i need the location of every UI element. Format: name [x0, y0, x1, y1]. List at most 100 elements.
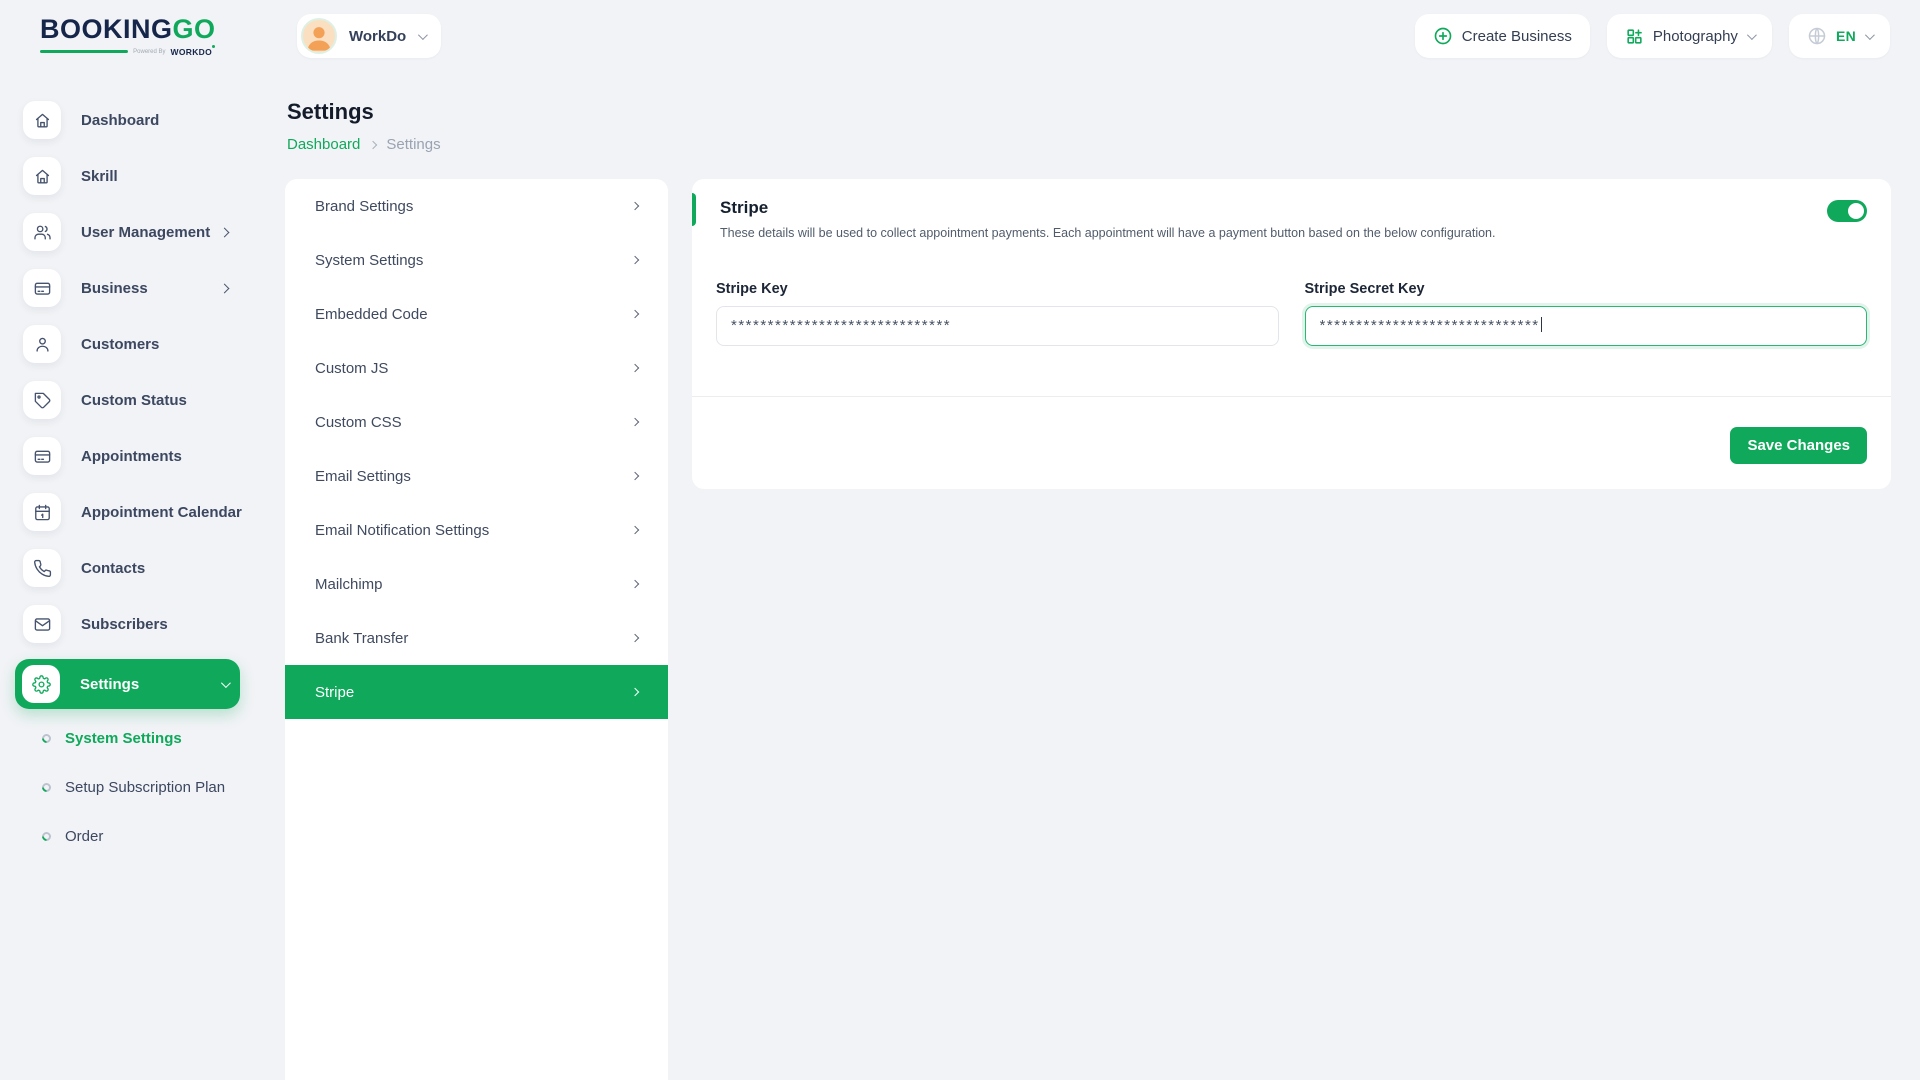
sidebar-item-label: Dashboard: [81, 112, 159, 129]
sidebar-item-label: Customers: [81, 336, 159, 353]
settings-menu-item-bank-transfer[interactable]: Bank Transfer: [285, 611, 668, 665]
sidebar-item-label: User Management: [81, 224, 210, 241]
home-icon: [23, 157, 61, 195]
sidebar-item-settings[interactable]: Settings: [15, 659, 240, 709]
settings-menu-item-stripe[interactable]: Stripe: [285, 665, 668, 719]
settings-menu-item-mailchimp[interactable]: Mailchimp: [285, 557, 668, 611]
settings-menu-item-embedded-code[interactable]: Embedded Code: [285, 287, 668, 341]
workspace-name: WorkDo: [349, 28, 406, 45]
powered-by-label: Powered By: [133, 49, 165, 55]
sidebar-item-label: Custom Status: [81, 392, 187, 409]
create-business-button[interactable]: Create Business: [1415, 14, 1590, 58]
workspace-avatar: [301, 18, 337, 54]
tag-icon: [23, 381, 61, 419]
settings-menu-item-system-settings[interactable]: System Settings: [285, 233, 668, 287]
sidebar-sub-nav: System Settings Setup Subscription Plan Or…: [15, 723, 285, 851]
chevron-right-icon: [220, 227, 230, 237]
users-icon: [23, 213, 61, 251]
sidebar-item-appointment-calendar[interactable]: Appointment Calendar: [15, 491, 240, 533]
chevron-down-icon: [418, 30, 428, 40]
settings-menu-item-email-settings[interactable]: Email Settings: [285, 449, 668, 503]
breadcrumb: Dashboard Settings: [287, 134, 1891, 155]
sidebar-nav: Dashboard Skrill User Management Business Cu…: [15, 99, 285, 709]
chevron-right-icon: [369, 140, 377, 148]
sidebar-subitem-order[interactable]: Order: [42, 821, 285, 851]
stripe-secret-key-label: Stripe Secret Key: [1305, 281, 1868, 297]
sidebar-subitem-setup-subscription-plan[interactable]: Setup Subscription Plan: [42, 772, 285, 802]
sidebar-item-business[interactable]: Business: [15, 267, 240, 309]
chevron-right-icon: [631, 310, 639, 318]
chevron-right-icon: [631, 418, 639, 426]
stripe-key-label: Stripe Key: [716, 281, 1279, 297]
settings-menu-item-brand-settings[interactable]: Brand Settings: [285, 179, 668, 233]
chevron-down-icon: [1865, 30, 1875, 40]
chevron-right-icon: [631, 580, 639, 588]
business-type-label: Photography: [1653, 28, 1738, 45]
topbar: BOOKINGGO Powered By WORKDO WorkDo Creat…: [0, 0, 1920, 72]
sidebar-item-label: Skrill: [81, 168, 118, 185]
chevron-right-icon: [631, 472, 639, 480]
sidebar-item-customers[interactable]: Customers: [15, 323, 240, 365]
logo-underline: [40, 50, 128, 53]
workspace-switcher[interactable]: WorkDo: [297, 14, 441, 58]
sidebar-item-dashboard[interactable]: Dashboard: [15, 99, 240, 141]
sidebar-item-label: Settings: [80, 676, 139, 693]
sidebar-subitem-system-settings[interactable]: System Settings: [42, 723, 285, 753]
chevron-right-icon: [631, 634, 639, 642]
sidebar-subitem-label: Order: [65, 828, 103, 845]
stripe-key-input[interactable]: ******************************: [716, 306, 1279, 346]
sidebar-item-contacts[interactable]: Contacts: [15, 547, 240, 589]
bullet-icon: [40, 830, 53, 843]
sidebar-item-label: Business: [81, 280, 148, 297]
panel-title: Stripe: [720, 198, 1867, 218]
stripe-enabled-toggle[interactable]: [1827, 200, 1867, 222]
calendar-icon: [23, 493, 61, 531]
bullet-icon: [40, 732, 53, 745]
sidebar-subitem-label: System Settings: [65, 730, 182, 747]
sidebar-item-skrill[interactable]: Skrill: [15, 155, 240, 197]
sidebar-item-user-management[interactable]: User Management: [15, 211, 240, 253]
settings-menu-item-custom-js[interactable]: Custom JS: [285, 341, 668, 395]
breadcrumb-dashboard-link[interactable]: Dashboard: [287, 136, 360, 153]
chevron-right-icon: [631, 364, 639, 372]
language-code: EN: [1836, 28, 1856, 44]
settings-menu-item-label: Bank Transfer: [315, 630, 408, 647]
settings-menu: Brand Settings System Settings Embedded Co…: [285, 179, 668, 1080]
sidebar-item-label: Appointments: [81, 448, 182, 465]
sidebar-item-custom-status[interactable]: Custom Status: [15, 379, 240, 421]
stripe-key-field: Stripe Key *****************************…: [716, 281, 1279, 346]
create-business-label: Create Business: [1462, 28, 1572, 45]
business-type-dropdown[interactable]: Photography: [1607, 14, 1772, 58]
sidebar: Dashboard Skrill User Management Business Cu…: [0, 72, 285, 1080]
sidebar-item-subscribers[interactable]: Subscribers: [15, 603, 240, 645]
settings-menu-item-custom-css[interactable]: Custom CSS: [285, 395, 668, 449]
settings-menu-item-email-notification-settings[interactable]: Email Notification Settings: [285, 503, 668, 557]
settings-menu-item-label: Brand Settings: [315, 198, 413, 215]
sidebar-item-label: Appointment Calendar: [81, 504, 242, 521]
settings-menu-item-label: Embedded Code: [315, 306, 428, 323]
chevron-right-icon: [631, 256, 639, 264]
home-icon: [23, 101, 61, 139]
chevron-right-icon: [631, 202, 639, 210]
stripe-secret-key-input[interactable]: ******************************: [1305, 306, 1868, 346]
save-changes-button[interactable]: Save Changes: [1730, 427, 1867, 464]
settings-menu-item-label: Stripe: [315, 684, 354, 701]
main-content: Settings Dashboard Settings Brand Settin…: [285, 72, 1891, 1080]
settings-menu-item-label: Mailchimp: [315, 576, 383, 593]
gear-icon: [22, 665, 60, 703]
category-icon: [1625, 27, 1644, 46]
stripe-secret-key-field: Stripe Secret Key **********************…: [1305, 281, 1868, 346]
page-title: Settings: [287, 98, 1891, 126]
sidebar-item-label: Contacts: [81, 560, 145, 577]
circle-plus-icon: [1433, 26, 1453, 46]
chevron-down-icon: [221, 678, 231, 688]
settings-menu-item-label: Email Settings: [315, 468, 411, 485]
sidebar-item-appointments[interactable]: Appointments: [15, 435, 240, 477]
app-logo[interactable]: BOOKINGGO Powered By WORKDO: [40, 16, 212, 57]
credit-card-icon: [23, 269, 61, 307]
chevron-right-icon: [631, 688, 639, 696]
sidebar-item-label: Subscribers: [81, 616, 168, 633]
language-selector[interactable]: EN: [1789, 14, 1890, 58]
phone-icon: [23, 549, 61, 587]
sidebar-subitem-label: Setup Subscription Plan: [65, 779, 225, 796]
